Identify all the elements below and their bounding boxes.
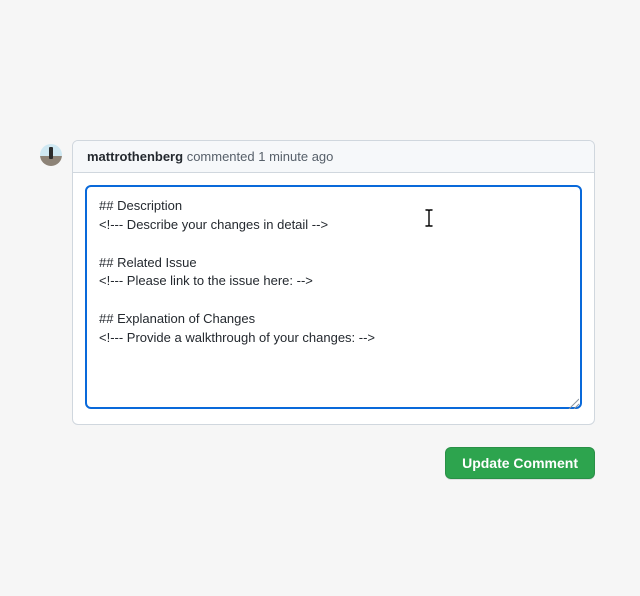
comment-header: mattrothenberg commented 1 minute ago bbox=[73, 141, 594, 173]
comment-editor-textarea[interactable] bbox=[85, 185, 582, 409]
avatar[interactable] bbox=[40, 144, 62, 166]
update-comment-button[interactable]: Update Comment bbox=[445, 447, 595, 479]
comment-container: mattrothenberg commented 1 minute ago bbox=[72, 140, 595, 425]
comment-actions: Update Comment bbox=[40, 447, 595, 479]
comment-timestamp[interactable]: 1 minute ago bbox=[258, 149, 333, 164]
comment-author[interactable]: mattrothenberg bbox=[87, 149, 183, 164]
comment-body bbox=[73, 173, 594, 424]
comment-verb: commented bbox=[187, 149, 255, 164]
